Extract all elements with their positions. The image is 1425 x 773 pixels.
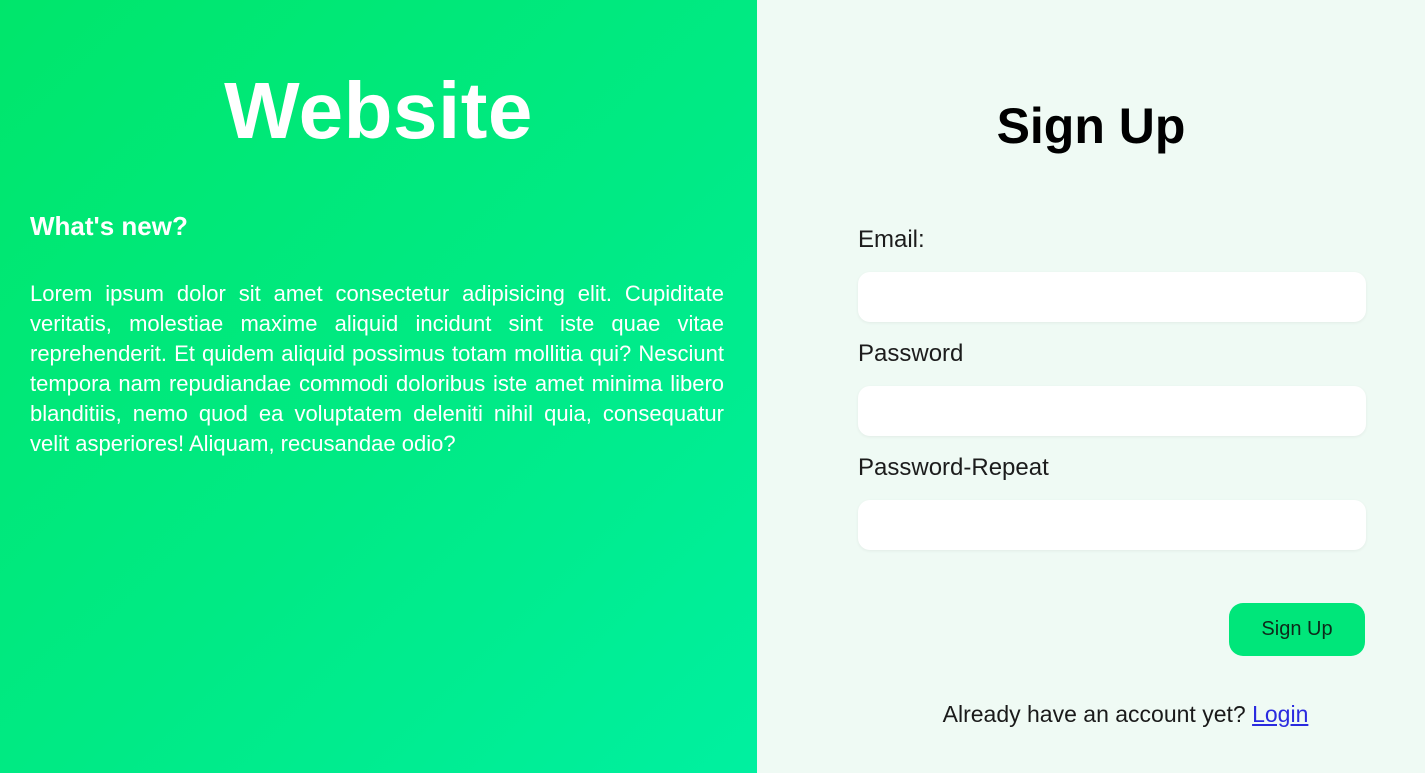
- news-heading: What's new?: [30, 211, 188, 241]
- site-title: Website: [224, 66, 533, 155]
- login-link[interactable]: Login: [1252, 701, 1308, 727]
- email-label: Email:: [858, 226, 925, 253]
- signup-panel: Sign Up Email: Password Password-Repeat …: [757, 0, 1425, 773]
- login-prompt-text: Already have an account yet?: [942, 701, 1246, 727]
- page: Website What's new? Lorem ipsum dolor si…: [0, 0, 1425, 773]
- news-body: Lorem ipsum dolor sit amet consectetur a…: [30, 281, 724, 456]
- form-title: Sign Up: [996, 98, 1186, 154]
- login-prompt-row: Already have an account yet? Login: [757, 698, 1425, 730]
- submit-row: Sign Up: [1229, 603, 1365, 656]
- password-repeat-label: Password-Repeat: [858, 454, 1049, 481]
- email-field[interactable]: [858, 272, 1366, 322]
- password-label: Password: [858, 340, 964, 367]
- signup-form: Email: Password Password-Repeat: [858, 224, 1366, 566]
- password-repeat-field[interactable]: [858, 500, 1366, 550]
- info-panel: Website What's new? Lorem ipsum dolor si…: [0, 0, 757, 773]
- password-field[interactable]: [858, 386, 1366, 436]
- sign-up-button[interactable]: Sign Up: [1229, 603, 1365, 656]
